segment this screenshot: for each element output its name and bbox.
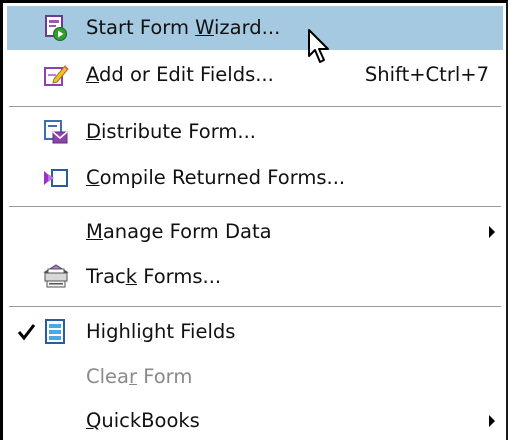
menu-item-clear-form: Clear Form	[7, 355, 503, 399]
menu-item-label: Manage Form Data	[86, 220, 272, 243]
menu-item-label: Distribute Form...	[86, 120, 256, 143]
edit-fields-icon	[43, 62, 69, 88]
menu-item-distribute-form[interactable]: Distribute Form...	[7, 110, 503, 154]
menu-item-label: Highlight Fields	[86, 320, 236, 343]
checkmark-icon	[17, 319, 37, 345]
menu-separator	[9, 206, 501, 208]
compile-forms-icon	[43, 165, 69, 191]
menu-item-track-forms[interactable]: Track Forms...	[7, 255, 503, 299]
menu-item-compile-returned-forms[interactable]: Compile Returned Forms...	[7, 156, 503, 200]
menu-item-manage-form-data[interactable]: Manage Form Data	[7, 210, 503, 254]
menu-item-label: Compile Returned Forms...	[86, 166, 346, 189]
menu-item-label: Start Form Wizard...	[86, 16, 281, 39]
highlight-fields-icon	[43, 319, 69, 345]
distribute-form-icon	[43, 119, 69, 145]
track-forms-icon	[43, 264, 69, 290]
menu-item-label: Add or Edit Fields...	[86, 63, 274, 86]
forms-menu: Start Form Wizard... Add or Edit Fields.…	[0, 0, 508, 440]
mouse-pointer-icon	[308, 29, 329, 63]
menu-item-start-form-wizard[interactable]: Start Form Wizard...	[7, 6, 503, 50]
menu-item-highlight-fields[interactable]: Highlight Fields	[7, 310, 503, 354]
form-wizard-icon	[43, 15, 69, 41]
menu-item-quickbooks[interactable]: QuickBooks	[7, 399, 503, 443]
menu-separator	[9, 106, 501, 108]
submenu-arrow-icon	[489, 226, 495, 238]
menu-separator	[9, 306, 501, 308]
submenu-arrow-icon	[489, 415, 495, 427]
menu-item-label: Track Forms...	[86, 265, 222, 288]
shortcut-label: Shift+Ctrl+7	[364, 63, 489, 86]
menu-item-label: QuickBooks	[86, 409, 200, 432]
menu-item-label: Clear Form	[86, 365, 193, 388]
menu-item-add-edit-fields[interactable]: Add or Edit Fields... Shift+Ctrl+7	[7, 53, 503, 97]
